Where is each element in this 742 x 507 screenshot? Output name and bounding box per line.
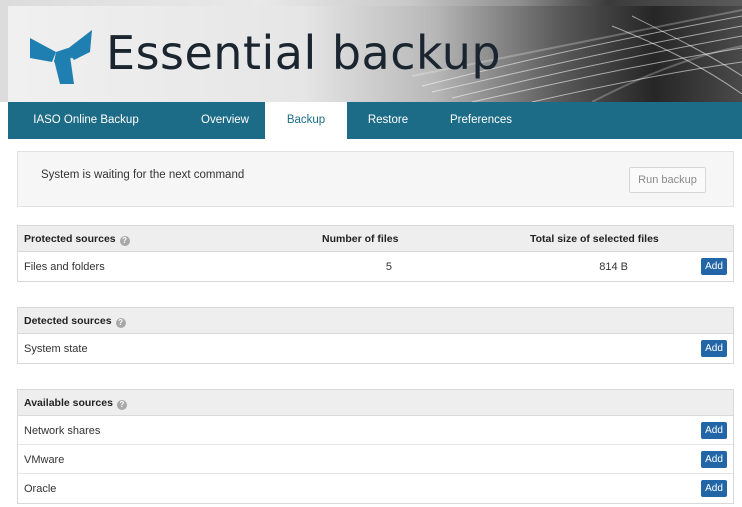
add-button[interactable]: Add [701,258,727,275]
app-title: Essential backup [106,26,502,80]
protected-sources-header: Protected sources? Number of files Total… [18,226,733,252]
add-button[interactable]: Add [701,340,727,357]
tab-overview[interactable]: Overview [178,102,272,139]
status-panel: System is waiting for the next command R… [17,151,734,207]
help-icon[interactable]: ? [116,400,127,410]
help-icon[interactable]: ? [115,318,126,328]
status-message: System is waiting for the next command [41,169,245,181]
main-nav: IASO Online Backup Overview Backup Resto… [8,102,742,139]
tab-backup[interactable]: Backup [265,102,347,139]
run-backup-button[interactable]: Run backup [629,167,706,193]
add-button[interactable]: Add [701,480,727,497]
tab-preferences[interactable]: Preferences [429,102,533,139]
tab-iaso-online-backup[interactable]: IASO Online Backup [8,102,164,139]
source-label: System state [24,343,88,355]
protected-sources-title: Protected sources [24,233,116,245]
add-button[interactable]: Add [701,451,727,468]
available-sources-title: Available sources [24,397,113,409]
column-total-size: Total size of selected files [530,233,659,245]
detected-sources-section: Detected sources? System state Add [17,307,734,364]
table-row: Oracle Add [18,474,733,503]
detected-sources-title: Detected sources [24,315,112,327]
logo-icon [30,30,92,84]
detected-sources-header: Detected sources? [18,308,733,334]
protected-sources-section: Protected sources? Number of files Total… [17,225,734,282]
add-button[interactable]: Add [701,422,727,439]
table-row: VMware Add [18,445,733,474]
table-row: System state Add [18,334,733,363]
table-row: Files and folders 5 814 B Add [18,252,733,281]
available-sources-header: Available sources? [18,390,733,416]
available-sources-section: Available sources? Network shares Add VM… [17,389,734,504]
header-banner: Essential backup [0,0,742,102]
source-label: Files and folders [24,261,105,273]
source-label: VMware [24,454,65,466]
total-size: 814 B [599,261,628,273]
column-number-of-files: Number of files [322,233,399,245]
help-icon[interactable]: ? [119,236,130,246]
tab-restore[interactable]: Restore [347,102,429,139]
table-row: Network shares Add [18,416,733,445]
source-label: Network shares [24,425,101,437]
source-label: Oracle [24,483,57,495]
banner-background: Essential backup [8,6,742,102]
backup-panel: System is waiting for the next command R… [8,139,742,507]
file-count: 5 [385,261,392,273]
